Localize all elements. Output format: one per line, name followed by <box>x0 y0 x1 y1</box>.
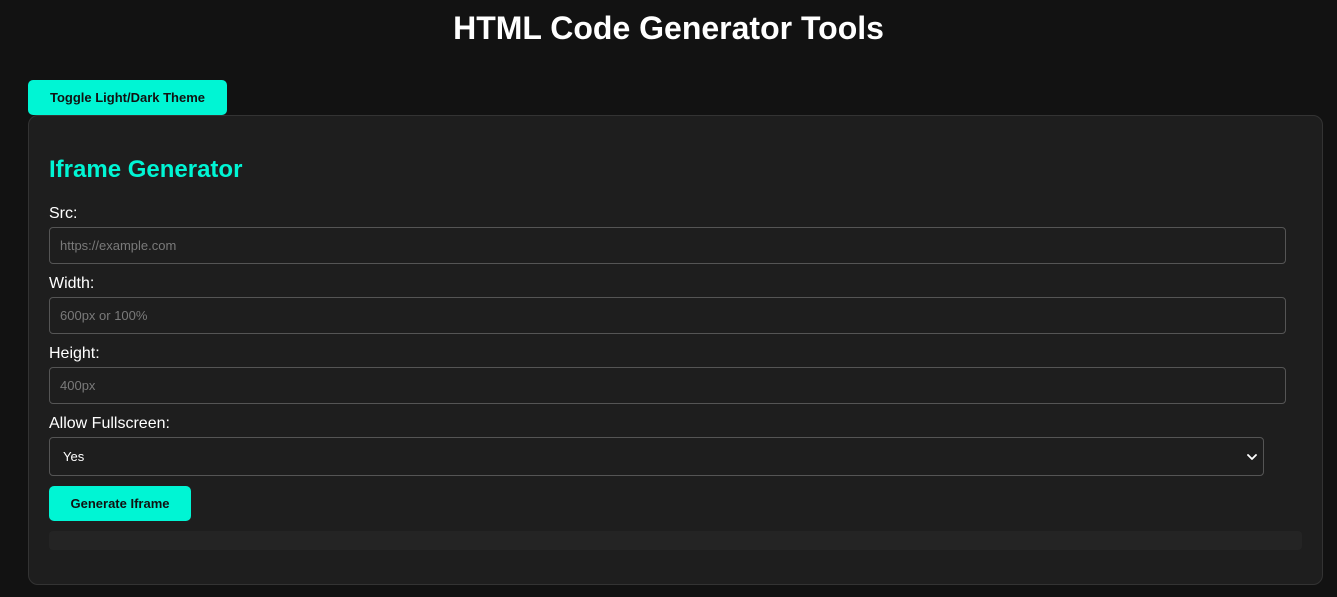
src-label: Src: <box>49 205 78 222</box>
height-label: Height: <box>49 345 100 362</box>
page-title: HTML Code Generator Tools <box>453 10 884 46</box>
output-area <box>49 531 1302 550</box>
height-input[interactable] <box>49 367 1286 404</box>
allow-fullscreen-select[interactable]: Yes <box>49 437 1264 476</box>
section-title: Iframe Generator <box>49 156 243 183</box>
generate-iframe-button[interactable]: Generate Iframe <box>49 486 191 521</box>
allow-fullscreen-label: Allow Fullscreen: <box>49 415 170 432</box>
width-label: Width: <box>49 275 95 292</box>
select-value: Yes <box>63 449 85 464</box>
chevron-down-icon <box>1247 454 1257 460</box>
toggle-theme-button[interactable]: Toggle Light/Dark Theme <box>28 80 227 115</box>
iframe-generator-panel: Iframe Generator Src: Width: Height: All… <box>28 115 1323 585</box>
src-input[interactable] <box>49 227 1286 264</box>
width-input[interactable] <box>49 297 1286 334</box>
